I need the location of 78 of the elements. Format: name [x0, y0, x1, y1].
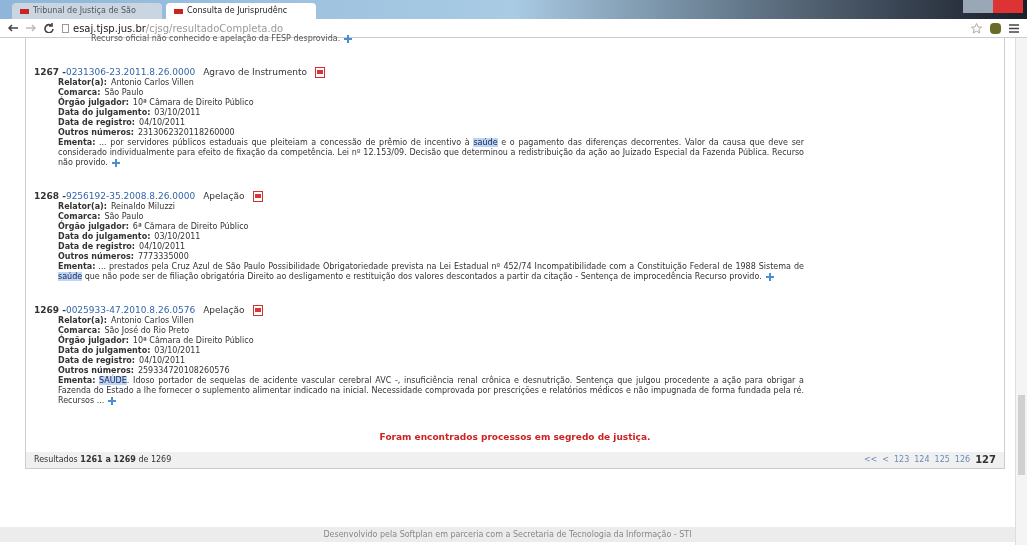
field-value: 2313062320118260000 — [137, 128, 235, 138]
ementa-text: Ementa: SAÚDE. Idoso portador de sequelas de acidente vascular cerebral AVC -, insuficiência renal crônica e desnutrição. Sentença que julgou procedente a ação para obrigar a Fazenda do Estado a lhe fornecer o suplemento alimentar indicado na inicial. Necessidade comprovada por prescrições e relatórios médicos e não impugnada de forma fundada pela ré. Recursos ... — [58, 376, 804, 406]
field-value: 04/10/2011 — [139, 118, 186, 128]
process-link[interactable]: 0025933-47.2010.8.26.0576 — [65, 304, 196, 316]
page-link[interactable]: << — [863, 455, 878, 465]
pdf-icon[interactable] — [252, 304, 263, 316]
field-label: Outros números: — [58, 252, 134, 262]
field-label: Relator(a): — [58, 78, 107, 88]
process-link[interactable]: 9256192-35.2008.8.26.0000 — [65, 190, 196, 202]
expand-icon[interactable] — [111, 158, 120, 167]
footer: Desenvolvido pela Softplan em parceria com a Secretaria de Tecnologia da Informação - STI — [0, 527, 1015, 542]
case-class: Apelação — [203, 304, 245, 316]
search-highlight: saúde — [58, 272, 83, 281]
field-value: 7773335000 — [137, 252, 189, 262]
field-value: Antonio Carlos Villen — [110, 78, 194, 88]
field-label: Data de registro: — [58, 242, 136, 252]
expand-icon[interactable] — [765, 272, 774, 281]
secret-notice: Foram encontrados processos em segredo de justiça. — [378, 432, 652, 442]
field-label: Órgão julgador: — [58, 98, 129, 108]
search-highlight: saúde — [473, 138, 498, 147]
browser-tab[interactable]: Consulta de Jurisprudênc — [166, 3, 316, 19]
ementa-text: Ementa: ... por servidores públicos estaduais que pleiteiam a concessão de prêmio de incentivo à saúde e o pagamento das diferenças decorrentes. Valor da causa que deve ser considerado individualmente para efeito de fixação da competência. Lei nº 12.153/09. Decisão que determinou a redistribuição da ação ao Juizado Especial da Fazenda Pública. Recurso não provido. — [58, 138, 804, 168]
reload-icon[interactable] — [44, 23, 54, 33]
field-value: 04/10/2011 — [139, 242, 186, 252]
forward-icon[interactable] — [26, 24, 36, 32]
field-value: 04/10/2011 — [139, 356, 186, 366]
results-summary: Resultados 1261 a 1269 de 1269 — [34, 455, 172, 465]
back-icon[interactable] — [8, 24, 18, 32]
field-label: Data do julgamento: — [58, 232, 151, 242]
field-value: São Paulo — [104, 88, 144, 98]
process-link[interactable]: 0231306-23.2011.8.26.0000 — [65, 66, 196, 78]
star-icon[interactable] — [971, 22, 982, 34]
field-label: Órgão julgador: — [58, 222, 129, 232]
expand-icon[interactable] — [344, 34, 353, 43]
field-label: Relator(a): — [58, 202, 107, 212]
field-value: 03/10/2011 — [154, 232, 201, 242]
extension-icon[interactable] — [990, 22, 1001, 34]
field-value: 259334720108260576 — [137, 366, 230, 376]
page-link[interactable]: 127 — [975, 455, 996, 465]
field-label: Data do julgamento: — [58, 108, 151, 118]
field-label: Relator(a): — [58, 316, 107, 326]
field-value: Antonio Carlos Villen — [110, 316, 194, 325]
field-label: Outros números: — [58, 366, 134, 375]
expand-icon[interactable] — [108, 396, 117, 405]
field-value: São José do Rio Preto — [104, 326, 190, 336]
result-number: 1269 - — [34, 304, 66, 316]
field-label: Comarca: — [58, 212, 101, 221]
field-label: Data de registro: — [58, 356, 136, 366]
browser-tab[interactable]: Tribunal de Justiça de São — [12, 3, 162, 19]
field-value: São Paulo — [104, 212, 144, 222]
field-value: 03/10/2011 — [154, 346, 201, 356]
field-label: Data de registro: — [58, 118, 136, 128]
case-class: Agravo de Instrumento — [203, 66, 308, 78]
ementa-text: Ementa: ... prestados pela Cruz Azul de São Paulo Possibilidade Obrigatoriedade prevista na Lei Estadual nº 452/74 Incompatibilidade com a Constituição Federal de 1988 Sistema de saúde que não pode ser de filiação obrigatória Direito ao desligamento e restituição dos valores descontados a partir da citação - Sentença de improcedência Recurso provido. — [58, 262, 804, 282]
page-link[interactable]: 123 — [894, 455, 910, 465]
field-value: 6ª Câmara de Direito Público — [132, 222, 249, 232]
field-value: 10ª Câmara de Direito Público — [132, 98, 254, 108]
pdf-icon[interactable] — [315, 66, 326, 78]
field-value: Reinaldo Miluzzi — [110, 202, 175, 212]
field-label: Comarca: — [58, 88, 101, 97]
field-label: Comarca: — [58, 326, 101, 335]
search-highlight: SAÚDE — [99, 376, 127, 385]
page-link[interactable]: < — [882, 455, 889, 465]
pdf-icon[interactable] — [252, 190, 263, 202]
field-value: 10ª Câmara de Direito Público — [132, 336, 254, 346]
window-controls[interactable] — [963, 0, 1023, 13]
field-label: Órgão julgador: — [58, 336, 129, 346]
page-link[interactable]: 125 — [934, 455, 950, 465]
case-class: Apelação — [203, 190, 245, 202]
result-number: 1268 - — [34, 190, 66, 202]
result-number: 1267 - — [34, 66, 66, 78]
menu-icon[interactable] — [1009, 23, 1019, 33]
field-value: 03/10/2011 — [154, 108, 201, 118]
previous-ementa-text: Recurso oficial não conhecido e apelação da FESP desprovida. — [26, 34, 1004, 44]
page-link[interactable]: 124 — [914, 455, 930, 465]
page-link[interactable]: 126 — [954, 455, 971, 465]
field-label: Data do julgamento: — [58, 346, 151, 356]
field-label: Outros números: — [58, 128, 134, 138]
